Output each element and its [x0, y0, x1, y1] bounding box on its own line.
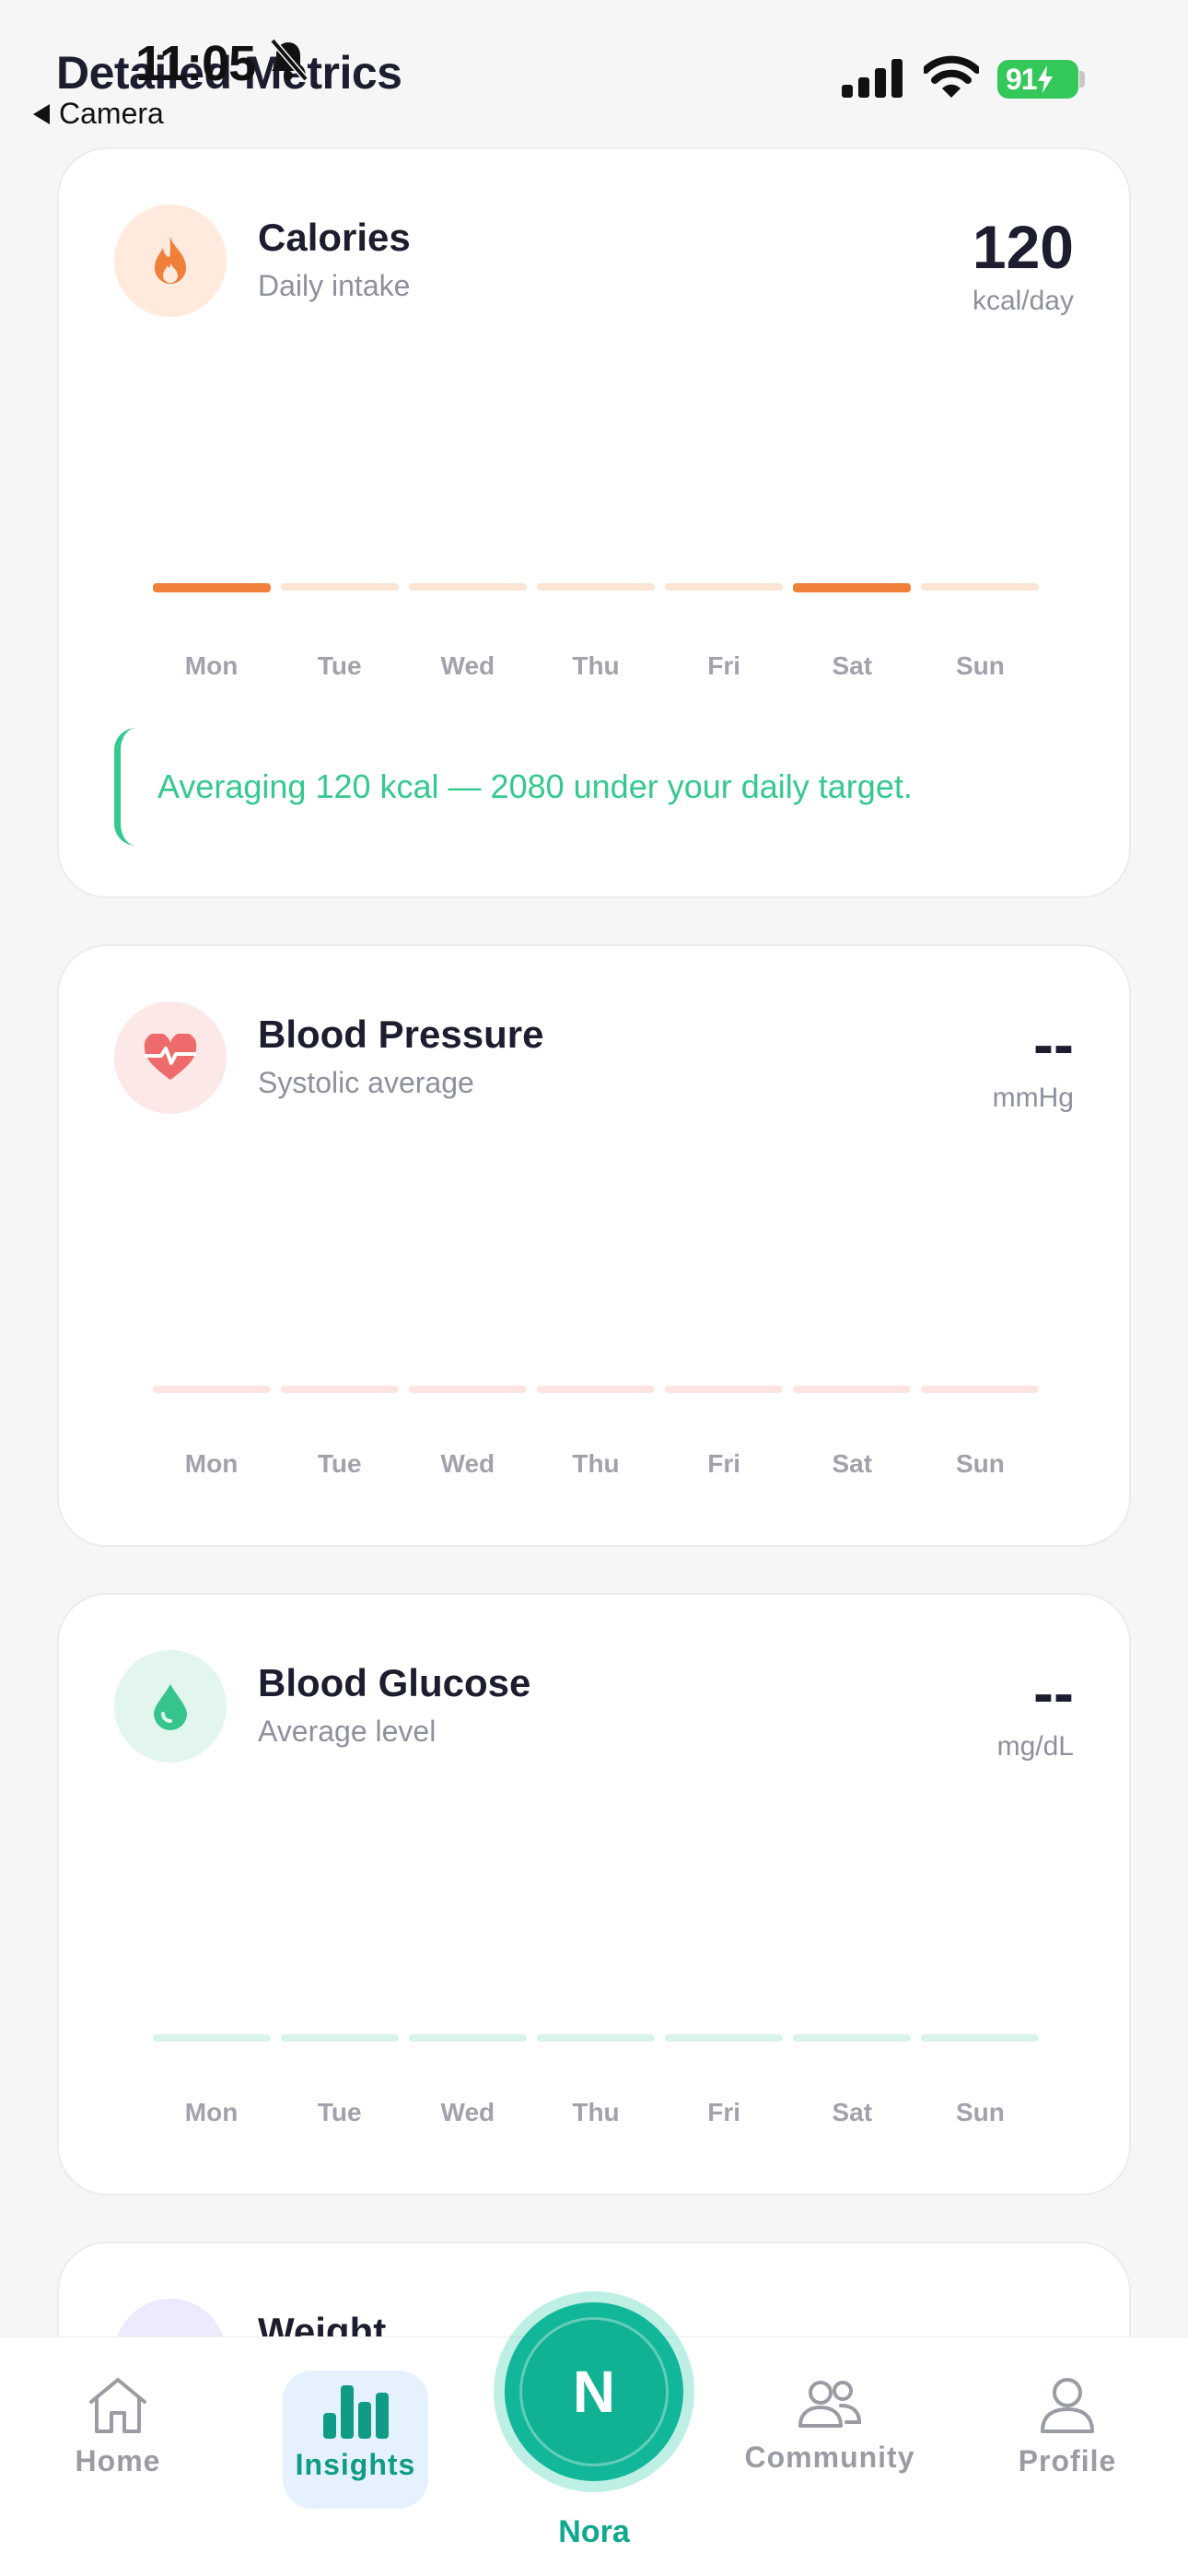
blood-pressure-card[interactable]: Blood Pressure Systolic average -- mmHg … — [57, 944, 1131, 1547]
weekly-bars — [147, 1386, 1044, 1395]
card-subtitle: Daily intake — [258, 269, 411, 302]
day-label-sat: Sat — [832, 2098, 873, 2126]
flame-icon — [155, 237, 186, 284]
nav-community[interactable]: Community — [744, 2374, 915, 2522]
droplet-icon — [154, 1684, 187, 1730]
card-value: -- — [1033, 1658, 1074, 1727]
card-title: Blood Glucose — [258, 1661, 531, 1704]
day-label-thu: Thu — [572, 2098, 620, 2126]
bar-mon — [152, 1386, 271, 1393]
day-label-sun: Sun — [955, 1449, 1005, 1478]
nav-profile[interactable]: Profile — [984, 2374, 1150, 2522]
nav-community-label: Community — [744, 2441, 915, 2474]
bar-sat — [793, 1386, 912, 1393]
nav-nora-label: Nora — [558, 2514, 630, 2549]
nora-initial: N — [519, 2317, 669, 2466]
day-label-thu: Thu — [572, 651, 620, 680]
profile-icon — [1041, 2378, 1094, 2433]
back-arrow-icon — [33, 103, 50, 124]
battery-indicator: 91 — [997, 60, 1078, 99]
day-label-thu: Thu — [572, 1449, 620, 1478]
weekly-bars — [147, 2034, 1044, 2043]
bell-slash-icon — [270, 38, 309, 82]
card-unit: mg/dL — [996, 1731, 1074, 1762]
calories-card[interactable]: Calories Daily intake 120 kcal/day Mon Tu… — [57, 147, 1131, 898]
day-label-mon: Mon — [184, 2098, 239, 2126]
bar-tue — [280, 583, 399, 591]
card-subtitle: Average level — [258, 1715, 437, 1748]
nora-assistant-button[interactable]: N — [494, 2291, 694, 2492]
day-label-wed: Wed — [440, 1449, 495, 1478]
day-labels: Mon Tue Wed Thu Fri Sat Sun — [147, 2098, 1044, 2135]
bar-fri — [665, 583, 784, 591]
charging-bolt-icon — [1037, 65, 1053, 93]
home-icon — [89, 2378, 146, 2433]
card-title: Blood Pressure — [258, 1013, 544, 1056]
weekly-bars — [147, 583, 1044, 592]
blood-glucose-card[interactable]: Blood Glucose Average level -- mg/dL Mon… — [57, 1593, 1131, 2195]
day-label-sat: Sat — [832, 1449, 873, 1478]
bar-sat — [793, 583, 912, 592]
day-label-sat: Sat — [832, 651, 873, 680]
bar-tue — [280, 2034, 399, 2042]
day-label-mon: Mon — [184, 651, 239, 680]
card-value: 120 — [972, 213, 1074, 281]
day-label-tue: Tue — [317, 651, 362, 680]
bar-tue — [280, 1386, 399, 1393]
bar-wed — [408, 583, 527, 591]
bar-thu — [537, 583, 655, 591]
heart-pulse-icon — [144, 1034, 197, 1080]
card-value: -- — [1033, 1010, 1074, 1078]
nav-profile-label: Profile — [1018, 2444, 1117, 2477]
community-icon — [798, 2381, 862, 2428]
nav-insights[interactable]: Insights — [273, 2371, 438, 2522]
bar-wed — [408, 2034, 527, 2042]
bar-sun — [921, 583, 1040, 591]
day-label-wed: Wed — [440, 2098, 495, 2126]
nav-insights-label: Insights — [295, 2448, 416, 2481]
nav-home-label: Home — [75, 2444, 161, 2477]
card-unit: mmHg — [992, 1083, 1074, 1113]
bar-thu — [537, 1386, 655, 1393]
bar-chart-icon — [323, 2385, 389, 2439]
wifi-icon — [924, 55, 979, 98]
day-label-fri: Fri — [707, 1449, 741, 1478]
day-labels: Mon Tue Wed Thu Fri Sat Sun — [147, 1449, 1044, 1486]
day-label-mon: Mon — [184, 1449, 239, 1478]
blood-pressure-icon-badge — [114, 1001, 227, 1114]
card-title: Calories — [258, 216, 411, 259]
bar-sun — [921, 2034, 1040, 2042]
bar-thu — [537, 2034, 655, 2042]
back-label: Camera — [59, 97, 164, 130]
status-time: 11:05 — [135, 36, 256, 91]
day-label-sun: Sun — [955, 2098, 1005, 2126]
bar-fri — [665, 1386, 784, 1393]
day-label-tue: Tue — [317, 2098, 362, 2126]
nav-home[interactable]: Home — [35, 2374, 201, 2522]
nora-button-ring: N — [505, 2302, 683, 2481]
bar-fri — [665, 2034, 784, 2042]
bottom-navigation: Home Insights N Nora Community Profile — [0, 2291, 1188, 2576]
insight-callout: Averaging 120 kcal — 2080 under your dai… — [114, 728, 1077, 846]
bar-mon — [152, 2034, 271, 2042]
day-label-fri: Fri — [707, 651, 741, 680]
bar-sat — [793, 2034, 912, 2042]
blood-glucose-icon-badge — [114, 1650, 227, 1762]
calories-icon-badge — [114, 205, 227, 317]
day-label-sun: Sun — [955, 651, 1005, 680]
battery-cap — [1079, 71, 1085, 88]
status-bar: Detailed Metrics 11:05 Camera 91 — [0, 0, 1188, 157]
card-subtitle: Systolic average — [258, 1066, 474, 1099]
bar-wed — [408, 1386, 527, 1393]
day-label-wed: Wed — [440, 651, 495, 680]
bar-sun — [921, 1386, 1040, 1393]
bar-mon — [152, 583, 271, 592]
day-labels: Mon Tue Wed Thu Fri Sat Sun — [147, 651, 1044, 688]
day-label-fri: Fri — [707, 2098, 741, 2126]
day-label-tue: Tue — [317, 1449, 362, 1478]
cellular-signal-icon — [842, 59, 903, 98]
back-to-camera-link[interactable]: Camera — [33, 97, 164, 131]
battery-level: 91 — [1006, 62, 1038, 96]
card-unit: kcal/day — [972, 286, 1074, 316]
